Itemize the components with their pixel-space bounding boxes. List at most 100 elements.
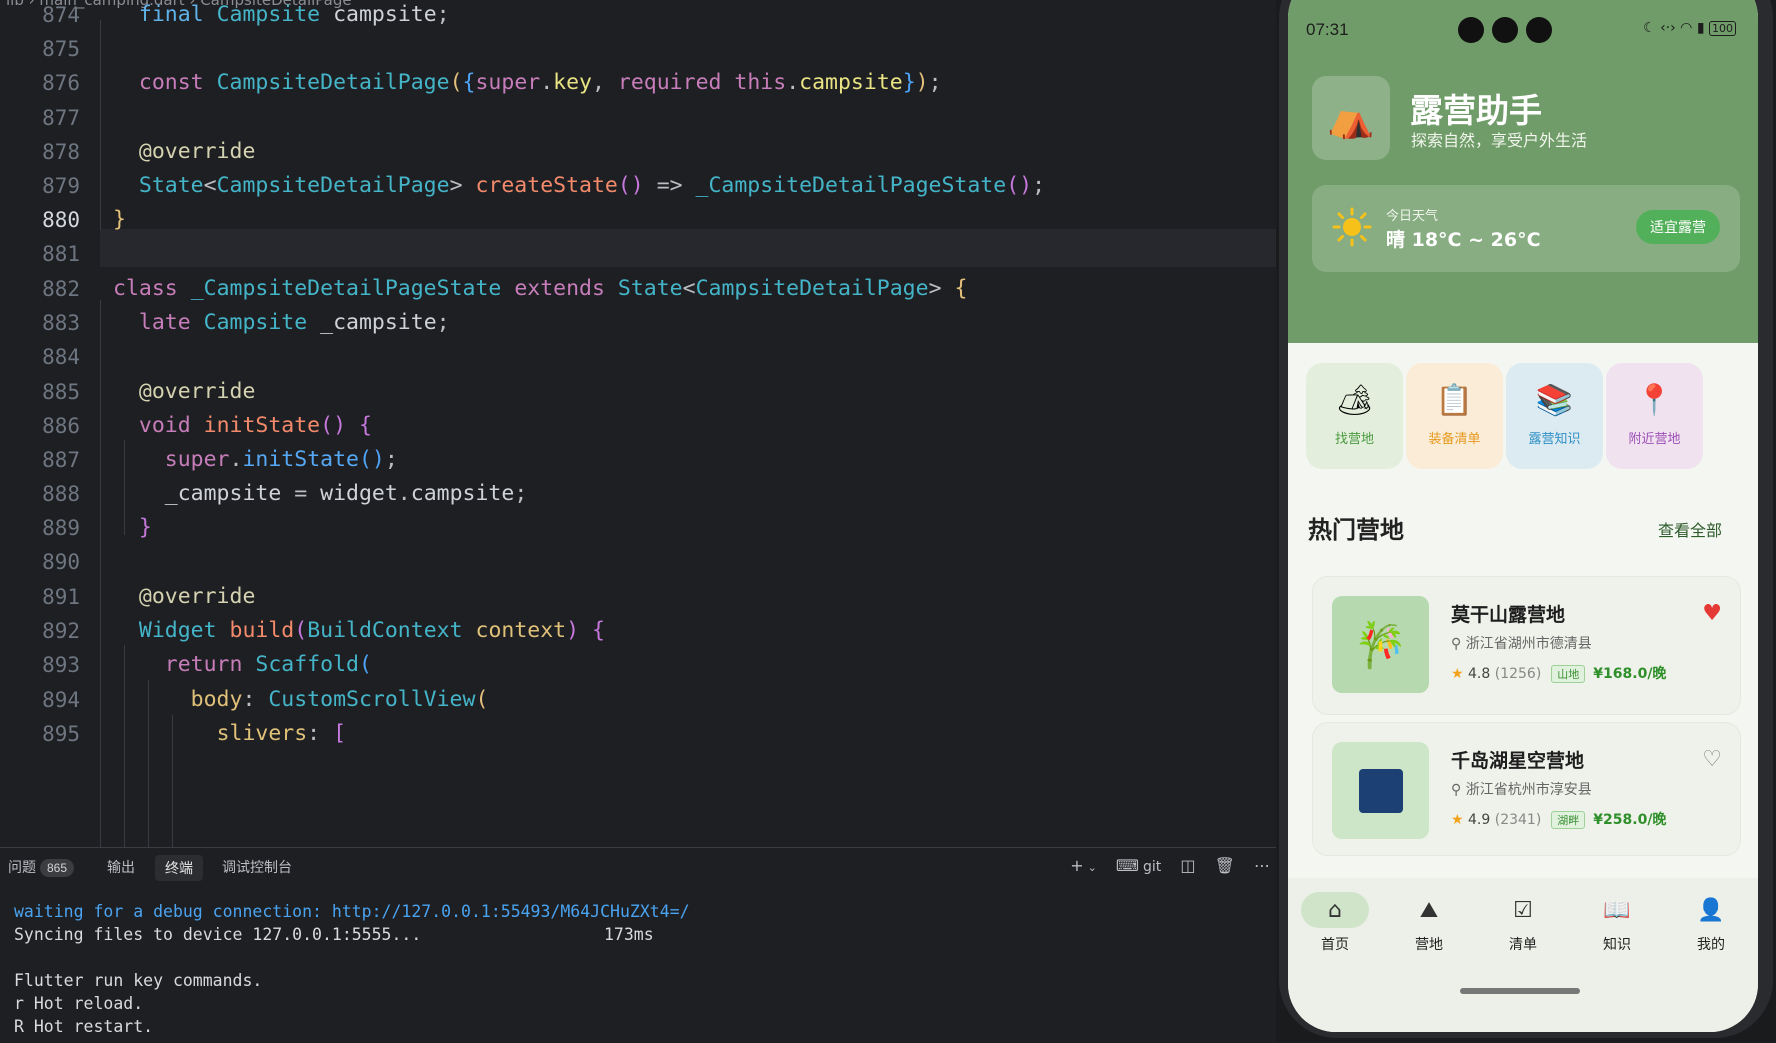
nav-campsites[interactable]: ⛰ 营地	[1382, 878, 1476, 954]
tab-debug-console[interactable]: 调试控制台	[222, 848, 292, 886]
terminal-output[interactable]: waiting for a debug connection: http://1…	[14, 900, 690, 1038]
line-number: 885	[42, 380, 80, 404]
line-number: 881	[42, 242, 80, 266]
nav-knowledge[interactable]: 📖 知识	[1570, 878, 1664, 954]
panel-toolbar: + ⌄ ⌨ git ◫ 🗑 ⋯	[1056, 856, 1270, 875]
nav-checklist[interactable]: ☑ 清单	[1476, 878, 1570, 954]
checklist-icon: ☑	[1513, 897, 1533, 923]
more-icon[interactable]: ⋯	[1254, 856, 1270, 875]
campsite-icon: 🏕	[1335, 383, 1374, 418]
quick-label: 找营地	[1334, 432, 1374, 447]
section-title: 热门营地	[1308, 516, 1404, 544]
code-line-885[interactable]: @override	[113, 373, 256, 411]
code-line-876[interactable]: const CampsiteDetailPage({super.key, req…	[113, 64, 942, 102]
tab-terminal[interactable]: 终端	[155, 855, 203, 881]
code-line-878[interactable]: @override	[113, 133, 256, 171]
code-line-879[interactable]: State<CampsiteDetailPage> createState() …	[113, 167, 1045, 205]
line-number: 890	[42, 550, 80, 574]
indent-guide	[100, 20, 101, 230]
campsite-price: ¥168.0/晚	[1593, 666, 1667, 682]
weather-label: 今日天气	[1386, 209, 1439, 224]
nav-label: 营地	[1415, 937, 1443, 953]
star-icon: ★	[1451, 812, 1464, 828]
line-number: 884	[42, 345, 80, 369]
line-number: 878	[42, 140, 80, 164]
code-line-895[interactable]: slivers: [	[113, 715, 346, 753]
code-line-892[interactable]: Widget build(BuildContext context) {	[113, 612, 605, 650]
code-line-883[interactable]: late Campsite _campsite;	[113, 304, 450, 342]
home-icon: ⌂	[1301, 892, 1369, 928]
starry-sky-image	[1358, 768, 1403, 813]
code-line-889[interactable]: }	[113, 509, 152, 547]
line-number: 880	[42, 208, 80, 232]
nav-profile[interactable]: 👤 我的	[1664, 878, 1758, 954]
book-icon: 📖	[1603, 897, 1631, 923]
code-line-891[interactable]: @override	[113, 578, 256, 616]
chevron-down-icon[interactable]: ⌄	[1088, 861, 1097, 874]
split-terminal-icon[interactable]: ◫	[1180, 856, 1195, 875]
campsite-location: ⚲ 浙江省湖州市德清县	[1451, 633, 1592, 653]
nav-label: 我的	[1697, 937, 1725, 953]
campsite-tag: 湖畔	[1551, 811, 1586, 829]
sun-icon	[1332, 207, 1372, 247]
trash-icon[interactable]: 🗑	[1215, 856, 1235, 875]
books-icon: 📚	[1535, 383, 1574, 418]
terminal-line-reload: r Hot reload.	[14, 994, 144, 1013]
code-line-882[interactable]: class _CampsiteDetailPageState extends S…	[113, 270, 967, 308]
terminal-line-debug-url[interactable]: waiting for a debug connection: http://1…	[14, 902, 690, 921]
line-number: 882	[42, 277, 80, 301]
quick-gear-list[interactable]: 📋 装备清单	[1406, 363, 1503, 469]
tab-output[interactable]: 输出	[107, 848, 135, 886]
rating-value: 4.8	[1468, 666, 1491, 682]
campsite-price: ¥258.0/晚	[1593, 812, 1667, 828]
pin-icon: 📍	[1635, 383, 1674, 418]
add-terminal-icon[interactable]: +	[1070, 856, 1083, 875]
status-time: 07:31	[1306, 20, 1349, 39]
code-line-888[interactable]: _campsite = widget.campsite;	[113, 475, 527, 513]
line-number: 875	[42, 37, 80, 61]
line-number: 887	[42, 448, 80, 472]
line-number: 892	[42, 619, 80, 643]
quick-label: 装备清单	[1428, 432, 1481, 447]
tab-problems[interactable]: 问题 865	[8, 848, 75, 886]
phone-screen[interactable]: 07:31 ☾ ‹·› ◠ ▮ 100 ⛺ 露营助手 探索自然，享受户外生活 今…	[1288, 0, 1758, 1032]
code-line-894[interactable]: body: CustomScrollView(	[113, 681, 489, 719]
campsite-location: ⚲ 浙江省杭州市淳安县	[1451, 779, 1592, 799]
campsite-card[interactable]: 🎋 莫干山露营地 ⚲ 浙江省湖州市德清县 ★ 4.8 (1256) 山地 ¥168.…	[1312, 576, 1741, 715]
location-pin-icon: ⚲	[1451, 782, 1466, 798]
favorite-heart-icon[interactable]: ♥	[1702, 601, 1722, 626]
code-editor[interactable]: lib › main_camping.dart › CampsiteDetail…	[0, 0, 1276, 847]
code-line-893[interactable]: return Scaffold(	[113, 646, 372, 684]
quick-nearby[interactable]: 📍 附近营地	[1606, 363, 1703, 469]
nav-home[interactable]: ⌂ 首页	[1288, 878, 1382, 954]
line-number: 891	[42, 585, 80, 609]
mountain-icon: ⛰	[1419, 897, 1439, 923]
terminal-icon[interactable]: ⌨	[1116, 856, 1139, 875]
code-line-874[interactable]: final Campsite campsite;	[113, 0, 450, 34]
code-line-886[interactable]: void initState() {	[113, 407, 372, 445]
camping-suitable-badge: 适宜露营	[1636, 210, 1720, 244]
location-pin-icon: ⚲	[1451, 636, 1466, 652]
quick-label: 附近营地	[1628, 432, 1681, 447]
weather-temp: 晴 18°C ~ 26°C	[1386, 229, 1541, 251]
code-line-880[interactable]: }	[113, 201, 126, 239]
problems-count-badge: 865	[40, 859, 75, 877]
status-icons: ☾ ‹·› ◠ ▮ 100	[1643, 20, 1736, 36]
campsite-card[interactable]: 千岛湖星空营地 ⚲ 浙江省杭州市淳安县 ★ 4.9 (2341) 湖畔 ¥258.0…	[1312, 722, 1741, 856]
git-terminal-label: git	[1143, 859, 1162, 875]
panel-tabs: 问题 865 输出 终端 调试控制台 + ⌄ ⌨ git ◫ 🗑 ⋯	[0, 848, 1276, 886]
campsite-name: 莫干山露营地	[1451, 604, 1566, 626]
quick-knowledge[interactable]: 📚 露营知识	[1506, 363, 1603, 469]
quick-find-campsite[interactable]: 🏕 找营地	[1306, 363, 1403, 469]
review-count: (1256)	[1494, 666, 1542, 682]
nav-label: 清单	[1509, 937, 1537, 953]
favorite-heart-outline-icon[interactable]: ♡	[1702, 747, 1722, 772]
campsite-name: 千岛湖星空营地	[1451, 750, 1585, 772]
line-number: 888	[42, 482, 80, 506]
code-line-887[interactable]: super.initState();	[113, 441, 398, 479]
camera-dot-icon	[1526, 17, 1552, 43]
see-all-link[interactable]: 查看全部	[1658, 517, 1722, 541]
camera-dot-icon	[1492, 17, 1518, 43]
line-number: 893	[42, 653, 80, 677]
weather-card[interactable]: 今日天气 晴 18°C ~ 26°C 适宜露营	[1312, 185, 1740, 272]
